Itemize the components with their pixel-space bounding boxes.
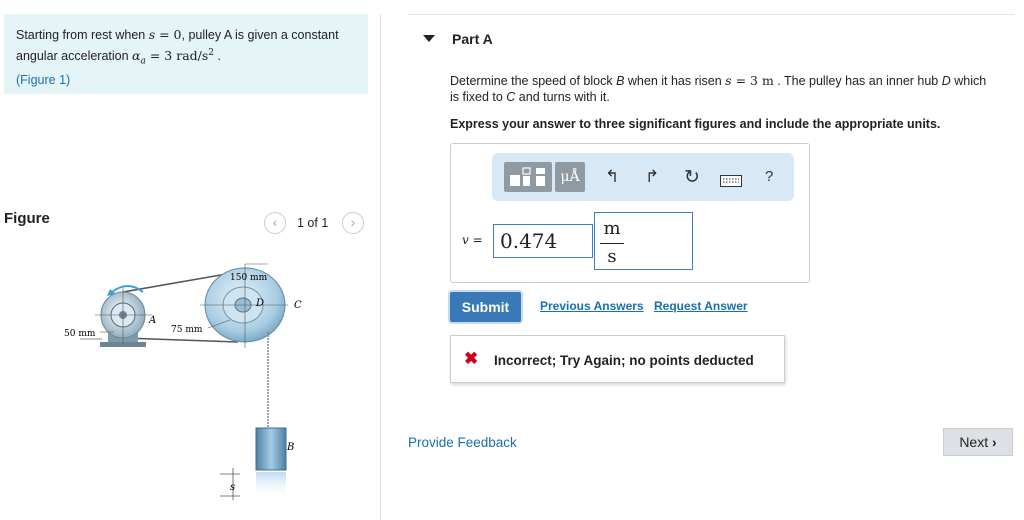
answer-variable-label: v = bbox=[462, 233, 483, 247]
pulley-figure: 150 mm 50 mm 75 mm A D C B s bbox=[64, 263, 302, 500]
next-button[interactable]: Next › bbox=[943, 428, 1013, 456]
alpha-value: = 3 rad/s bbox=[145, 48, 209, 64]
template-icon bbox=[510, 167, 545, 186]
instruction-text: Express your answer to three significant… bbox=[450, 117, 941, 131]
x-icon: ✖ bbox=[464, 349, 479, 368]
label-b: B bbox=[286, 442, 294, 453]
c-var: C bbox=[506, 90, 516, 104]
unit-numerator: m bbox=[603, 218, 621, 239]
label-50mm: 50 mm bbox=[64, 329, 96, 339]
block-b bbox=[255, 427, 287, 471]
panel-divider bbox=[380, 14, 381, 520]
label-150mm: 150 mm bbox=[230, 273, 268, 283]
undo-icon[interactable]: ↰ bbox=[605, 167, 619, 187]
template-button[interactable] bbox=[504, 162, 552, 192]
question-mid: when it has risen bbox=[624, 74, 726, 88]
request-answer-link[interactable]: Request Answer bbox=[654, 299, 748, 313]
label-c: C bbox=[294, 300, 302, 311]
s-value: = 3 m bbox=[731, 73, 774, 88]
part-title: Part A bbox=[452, 31, 493, 47]
keyboard-icon[interactable] bbox=[720, 172, 742, 192]
redo-icon[interactable]: ↱ bbox=[645, 167, 659, 187]
chevron-left-icon: ‹ bbox=[272, 214, 278, 230]
provide-feedback-link[interactable]: Provide Feedback bbox=[408, 435, 517, 450]
figure-header: Figure bbox=[4, 210, 50, 227]
chevron-right-icon: › bbox=[992, 434, 997, 450]
question-prefix: Determine the speed of block bbox=[450, 74, 617, 88]
previous-answers-link[interactable]: Previous Answers bbox=[540, 299, 644, 313]
reset-icon[interactable]: ↻ bbox=[684, 166, 700, 189]
units-button[interactable]: μÅ bbox=[555, 162, 585, 192]
collapse-caret-icon[interactable] bbox=[423, 35, 435, 42]
label-s: s bbox=[230, 482, 235, 493]
label-75mm: 75 mm bbox=[171, 325, 203, 335]
figure-next-button[interactable]: › bbox=[342, 212, 364, 234]
figure-prev-button[interactable]: ‹ bbox=[264, 212, 286, 234]
feedback-message: Incorrect; Try Again; no points deducted bbox=[494, 353, 754, 368]
figure-counter: 1 of 1 bbox=[297, 216, 329, 230]
next-label: Next bbox=[959, 434, 989, 450]
question-rest: . The pulley has an inner hub bbox=[773, 74, 942, 88]
part-rule bbox=[408, 14, 1014, 15]
submit-button[interactable]: Submit bbox=[450, 292, 521, 322]
belt-lower bbox=[122, 337, 239, 343]
help-button[interactable]: ? bbox=[765, 168, 773, 185]
question-text: Determine the speed of block B when it h… bbox=[450, 73, 995, 105]
period: . bbox=[214, 49, 221, 64]
figure-link[interactable]: (Figure 1) bbox=[16, 73, 70, 87]
problem-text: Starting from rest when bbox=[16, 28, 149, 42]
math-toolbar: μÅ ↰ ↱ ↻ ? bbox=[492, 153, 794, 201]
problem-statement: Starting from rest when s = 0, pulley A … bbox=[4, 14, 368, 94]
chevron-right-icon: › bbox=[350, 214, 356, 230]
label-d: D bbox=[255, 298, 264, 309]
hub-d-var: D bbox=[941, 74, 951, 88]
answer-value-input[interactable]: 0.474 bbox=[493, 224, 593, 258]
s-zero: = 0 bbox=[155, 27, 182, 42]
alpha-variable: α bbox=[132, 48, 141, 64]
unit-denominator: s bbox=[607, 246, 617, 267]
question-end: and turns with it. bbox=[515, 90, 610, 104]
unit-fraction-bar bbox=[600, 243, 624, 244]
label-a: A bbox=[148, 315, 156, 326]
